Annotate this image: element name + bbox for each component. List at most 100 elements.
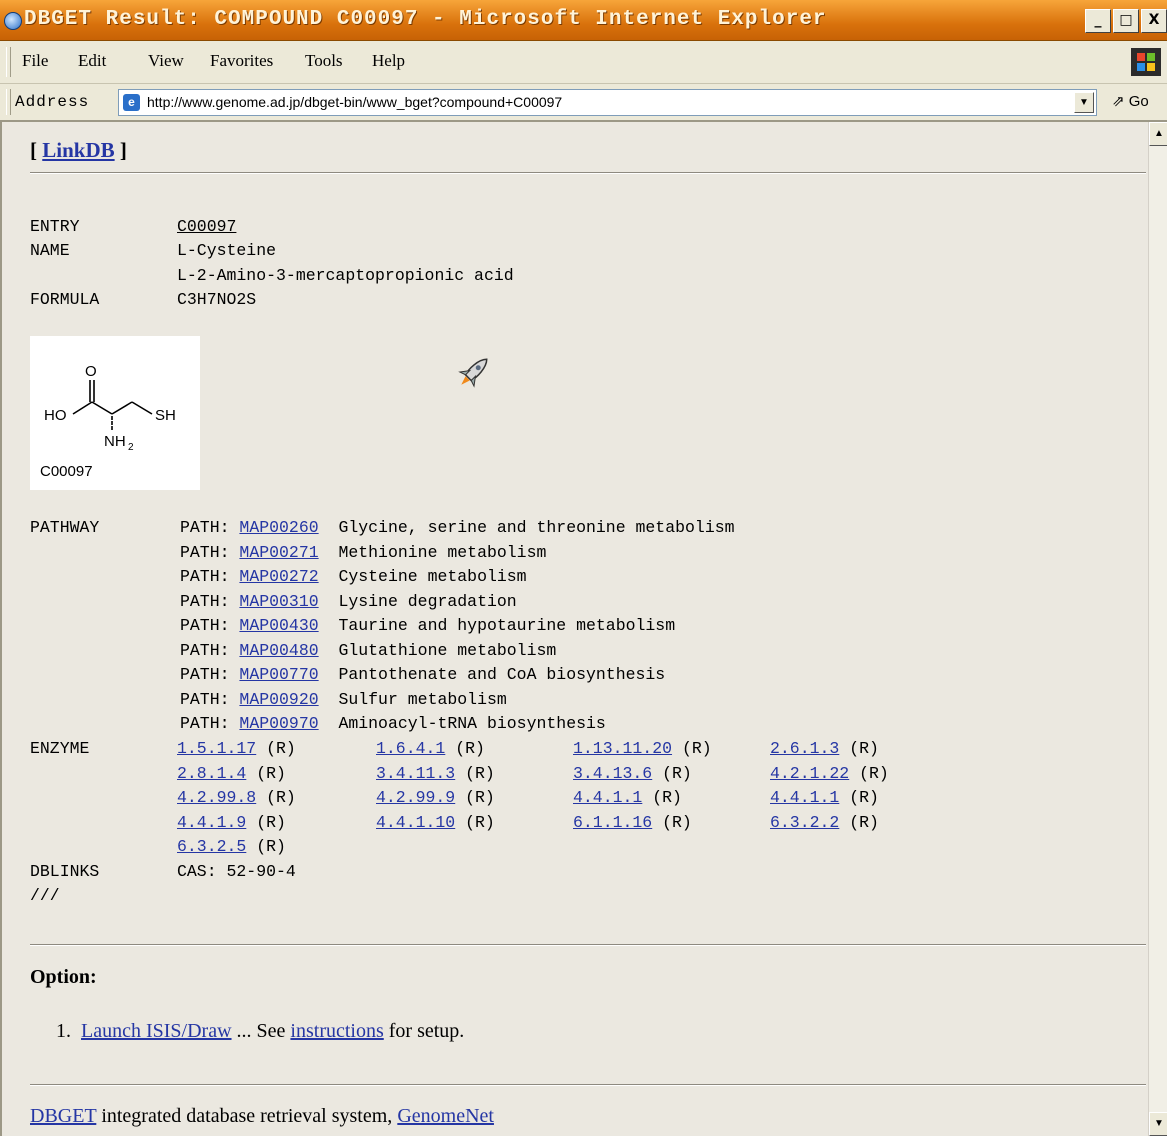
pathway-name: Aminoacyl-tRNA biosynthesis (338, 714, 606, 733)
scroll-up-button[interactable]: ▲ (1149, 122, 1167, 146)
enzyme-link[interactable]: 2.8.1.4 (177, 764, 246, 783)
window-controls: _ □ X (1083, 9, 1167, 33)
vertical-scrollbar[interactable]: ▲ ▼ (1148, 122, 1167, 1136)
enzyme-entry: 1.13.11.20 (R) (573, 739, 712, 758)
pathway-row: PATH: MAP00920 Sulfur metabolism (180, 690, 507, 709)
enzyme-entry: 4.2.99.8 (R) (177, 788, 296, 807)
enzyme-entry: 4.4.1.10 (R) (376, 813, 495, 832)
enzyme-link[interactable]: 4.2.1.22 (770, 764, 849, 783)
pathway-map-link[interactable]: MAP00260 (239, 518, 318, 537)
enzyme-entry: 1.5.1.17 (R) (177, 739, 296, 758)
genomenet-link[interactable]: GenomeNet (397, 1105, 494, 1127)
pathway-row: PATH: MAP00970 Aminoacyl-tRNA biosynthes… (180, 714, 606, 733)
enzyme-link[interactable]: 3.4.11.3 (376, 764, 455, 783)
address-label: Address (15, 93, 90, 111)
launch-isis-draw-link[interactable]: Launch ISIS/Draw (81, 1020, 232, 1042)
pathway-map-link[interactable]: MAP00272 (239, 567, 318, 586)
maximize-button[interactable]: □ (1113, 9, 1139, 33)
menu-favorites[interactable]: Favorites (210, 51, 273, 71)
enzyme-link[interactable]: 1.13.11.20 (573, 739, 672, 758)
address-dropdown-button[interactable]: ▼ (1074, 92, 1094, 113)
go-button[interactable]: ⇗ Go (1112, 92, 1149, 110)
enzyme-link[interactable]: 4.4.1.1 (573, 788, 642, 807)
address-url[interactable]: http://www.genome.ad.jp/dbget-bin/www_bg… (147, 94, 562, 110)
enzyme-entry: 3.4.13.6 (R) (573, 764, 692, 783)
ie-logo-icon (4, 12, 22, 30)
close-button[interactable]: X (1141, 9, 1167, 33)
windows-flag-icon (1131, 48, 1161, 76)
enzyme-link[interactable]: 1.5.1.17 (177, 739, 256, 758)
page-icon: e (123, 94, 140, 111)
path-prefix: PATH: (180, 518, 230, 537)
enzyme-reaction-tag: (R) (859, 763, 889, 783)
enzyme-link[interactable]: 4.4.1.10 (376, 813, 455, 832)
pathway-map-link[interactable]: MAP00430 (239, 616, 318, 635)
enzyme-reaction-tag: (R) (681, 739, 712, 758)
enzyme-link[interactable]: 6.3.2.2 (770, 813, 839, 832)
bracket-open: [ (30, 138, 43, 162)
enzyme-link[interactable]: 4.4.1.1 (770, 788, 839, 807)
toolbar-grip[interactable] (6, 47, 11, 77)
dblinks-value: CAS: 52-90-4 (177, 862, 296, 881)
divider (30, 1084, 1146, 1086)
option-number: 1. (56, 1020, 71, 1042)
pathway-map-link[interactable]: MAP00920 (239, 690, 318, 709)
pathway-name: Pantothenate and CoA biosynthesis (338, 665, 666, 684)
window-title: DBGET Result: COMPOUND C00097 - Microsof… (24, 8, 827, 31)
pathway-map-link[interactable]: MAP00480 (239, 641, 318, 660)
enzyme-entry: 6.1.1.16 (R) (573, 813, 692, 832)
path-prefix: PATH: (180, 567, 230, 586)
page-content: [ LinkDB ] ENTRY C00097 NAME L-Cysteine … (12, 122, 1148, 1136)
enzyme-reaction-tag: (R) (256, 837, 286, 856)
enzyme-link[interactable]: 2.6.1.3 (770, 739, 839, 758)
option-text-end: for setup. (383, 1020, 465, 1042)
compound-name: L-Cysteine (177, 241, 277, 260)
enzyme-reaction-tag: (R) (465, 788, 495, 807)
instructions-link[interactable]: instructions (290, 1020, 383, 1042)
path-prefix: PATH: (180, 665, 230, 684)
menu-tools[interactable]: Tools (305, 51, 343, 71)
enzyme-link[interactable]: 6.3.2.5 (177, 837, 246, 856)
divider (30, 944, 1146, 946)
pathway-map-link[interactable]: MAP00770 (239, 665, 318, 684)
enzyme-link[interactable]: 3.4.13.6 (573, 764, 652, 783)
pathway-map-link[interactable]: MAP00310 (239, 592, 318, 611)
toolbar-grip[interactable] (6, 89, 11, 115)
entry-link[interactable]: C00097 (177, 217, 236, 236)
structure-image[interactable]: O HO SH NH 2 C00097 (30, 336, 200, 490)
enzyme-link[interactable]: 1.6.4.1 (376, 739, 445, 758)
structure-label: C00097 (40, 463, 93, 480)
enzyme-reaction-tag: (R) (662, 763, 692, 783)
option-item: 1. Launch ISIS/Draw ... See instructions… (56, 1020, 464, 1043)
menu-file[interactable]: File (22, 51, 48, 71)
cysteine-structure: O HO SH NH 2 C00097 (40, 363, 176, 480)
pathway-row: PATH: MAP00260 Glycine, serine and threo… (180, 518, 735, 537)
pathway-label: PATHWAY (30, 518, 100, 537)
enzyme-entry: 2.8.1.4 (R) (177, 764, 286, 783)
linkdb-link[interactable]: LinkDB (42, 138, 114, 162)
enzyme-link[interactable]: 6.1.1.16 (573, 813, 652, 832)
option-text: ... See (231, 1020, 291, 1042)
enzyme-reaction-tag: (R) (256, 812, 286, 832)
enzyme-entry: 4.4.1.1 (R) (770, 788, 879, 807)
enzyme-link[interactable]: 4.4.1.9 (177, 813, 246, 832)
dbget-link[interactable]: DBGET (30, 1105, 96, 1127)
menu-view[interactable]: View (148, 51, 184, 71)
menu-edit[interactable]: Edit (78, 51, 106, 71)
dblinks-label: DBLINKS (30, 862, 100, 881)
linkdb-nav: [ LinkDB ] (30, 138, 127, 163)
pathway-map-link[interactable]: MAP00970 (239, 714, 318, 733)
menu-help[interactable]: Help (372, 51, 405, 71)
address-input[interactable]: e http://www.genome.ad.jp/dbget-bin/www_… (118, 89, 1097, 116)
address-bar: Address e http://www.genome.ad.jp/dbget-… (0, 84, 1167, 122)
minimize-button[interactable]: _ (1085, 9, 1111, 33)
pathway-name: Taurine and hypotaurine metabolism (338, 616, 676, 635)
go-arrow-icon: ⇗ (1112, 93, 1125, 110)
pathway-row: PATH: MAP00310 Lysine degradation (180, 592, 517, 611)
enzyme-link[interactable]: 4.2.99.9 (376, 788, 455, 807)
enzyme-link[interactable]: 4.2.99.8 (177, 788, 256, 807)
scroll-down-button[interactable]: ▼ (1149, 1112, 1167, 1136)
enzyme-entry: 6.3.2.5 (R) (177, 837, 286, 856)
formula-label: FORMULA (30, 290, 100, 309)
pathway-map-link[interactable]: MAP00271 (239, 543, 318, 562)
